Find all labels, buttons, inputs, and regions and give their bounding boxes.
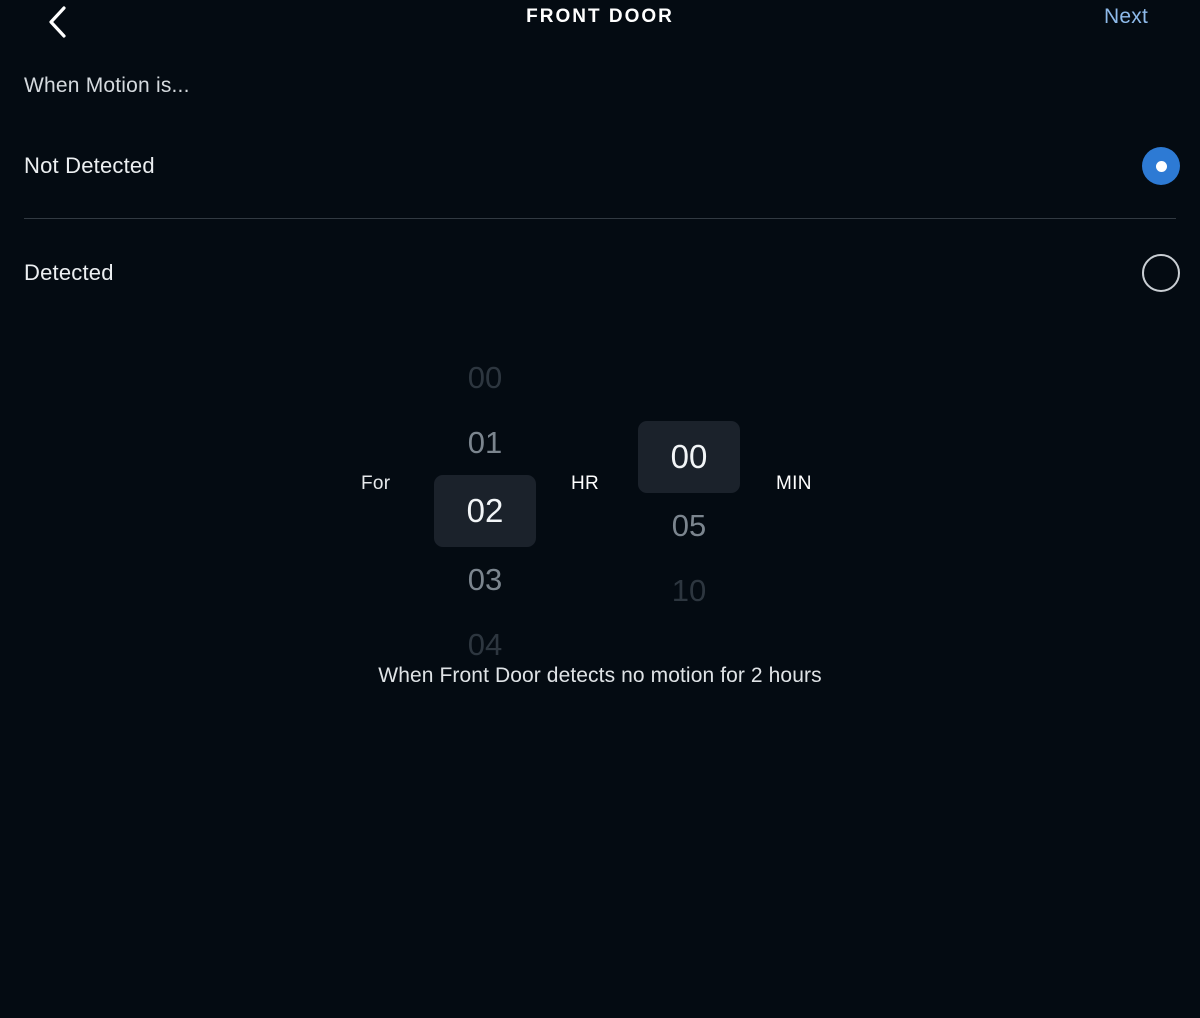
- page-title: FRONT DOOR: [526, 6, 674, 27]
- option-label: Detected: [24, 260, 114, 285]
- radio-not-detected[interactable]: [1142, 147, 1180, 185]
- minutes-wheel-item[interactable]: 10: [638, 558, 740, 623]
- next-button[interactable]: Next: [1104, 5, 1148, 29]
- minutes-wheel-item[interactable]: 05: [638, 493, 740, 558]
- summary-text: When Front Door detects no motion for 2 …: [378, 664, 822, 687]
- hours-wheel-item-selected[interactable]: 02: [434, 475, 536, 547]
- option-row-not-detected[interactable]: Not Detected: [0, 137, 1200, 195]
- option-label: Not Detected: [24, 153, 155, 178]
- hours-wheel-item[interactable]: 01: [434, 410, 536, 475]
- radio-detected[interactable]: [1142, 254, 1180, 292]
- header-bar: FRONT DOOR Next: [0, 0, 1200, 52]
- for-label: For: [361, 473, 391, 494]
- hours-wheel[interactable]: 00 01 02 03 04: [434, 345, 536, 662]
- hours-wheel-item[interactable]: 00: [434, 345, 536, 410]
- minutes-wheel[interactable]: 00 05 10: [638, 345, 740, 623]
- screen-root: FRONT DOOR Next When Motion is... Not De…: [0, 0, 1200, 1018]
- duration-picker: For 00 01 02 03 04 HR 00 05 10 MIN: [0, 345, 1200, 662]
- divider: [24, 218, 1176, 219]
- hours-wheel-item[interactable]: 03: [434, 547, 536, 612]
- minutes-wheel-spacer: [638, 345, 740, 383]
- minutes-wheel-spacer: [638, 383, 740, 421]
- section-heading: When Motion is...: [24, 74, 190, 97]
- hours-unit-label: HR: [571, 473, 600, 494]
- minutes-unit-label: MIN: [776, 473, 812, 494]
- option-row-detected[interactable]: Detected: [0, 244, 1200, 302]
- minutes-wheel-item-selected[interactable]: 00: [638, 421, 740, 493]
